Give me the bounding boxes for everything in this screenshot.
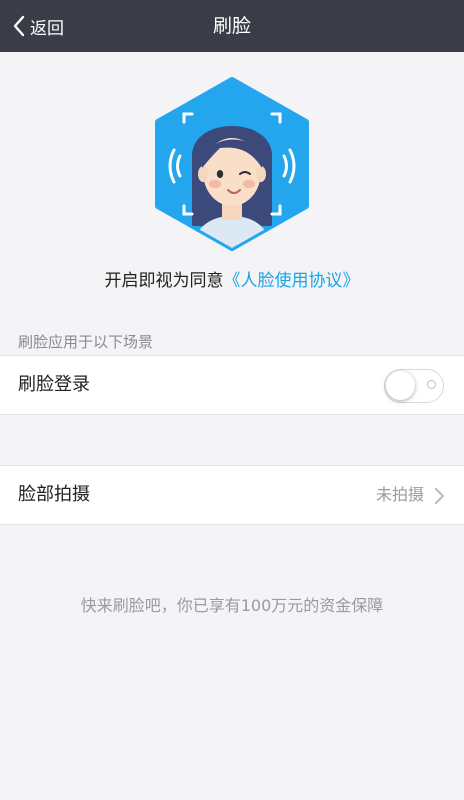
face-capture-row[interactable]: 脸部拍摄 未拍摄 [0,465,464,525]
page-title: 刷脸 [212,15,251,37]
face-capture-label: 脸部拍摄 [18,484,90,505]
toggle-knob [386,371,415,400]
consent-text: 开启即视为同意《人脸使用协议》 [0,266,464,291]
navigation-bar: 返回 刷脸 [0,0,464,52]
section-header: 刷脸应用于以下场景 [18,333,154,351]
face-login-label: 刷脸登录 [18,374,90,395]
consent-label: 开启即视为同意 [104,271,224,291]
chevron-right-icon [435,488,444,504]
toggle-off-indicator-icon [427,380,436,389]
face-login-row: 刷脸登录 [0,355,464,415]
face-login-toggle[interactable] [384,369,444,403]
face-agreement-link[interactable]: 《人脸使用协议》 [224,271,360,291]
protection-tagline: 快来刷脸吧，你已享有100万元的资金保障 [80,596,384,615]
face-capture-status: 未拍摄 [375,485,424,504]
face-scan-hexagon-icon [152,76,312,252]
